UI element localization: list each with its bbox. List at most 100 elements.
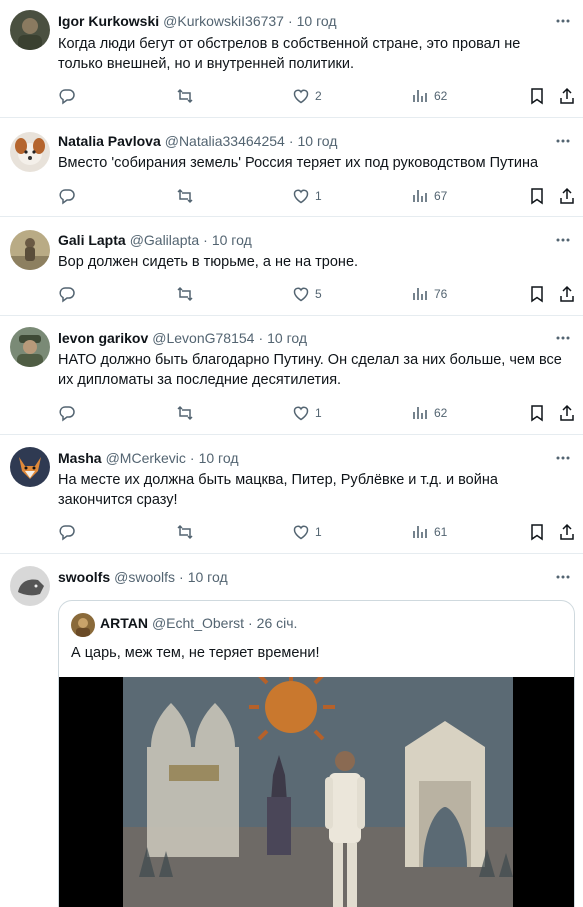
bookmark-button[interactable]: [528, 86, 546, 106]
views-button[interactable]: 62: [411, 403, 447, 423]
retweet-button[interactable]: [176, 186, 194, 206]
quote-author-handle[interactable]: @Echt_Oberst: [152, 615, 244, 631]
view-count: 62: [434, 406, 448, 420]
like-count: 2: [315, 89, 322, 103]
timestamp[interactable]: 10 год: [267, 330, 307, 346]
views-button[interactable]: 61: [411, 522, 447, 542]
quoted-tweet[interactable]: ARTAN @Echt_Oberst · 26 січ. А царь, меж…: [58, 600, 575, 907]
tweet-text: Когда люди бегут от обстрелов в собствен…: [58, 36, 521, 72]
more-icon[interactable]: [555, 450, 571, 466]
author-name[interactable]: swoolfs: [58, 569, 110, 585]
tweet[interactable]: levon garikov @LevonG78154 · 10 год НАТО…: [0, 316, 583, 435]
retweet-icon: [177, 286, 193, 302]
bookmark-button[interactable]: [528, 522, 546, 542]
share-button[interactable]: [558, 522, 576, 542]
tweet[interactable]: Natalia Pavlova @Natalia33464254 · 10 го…: [0, 118, 583, 217]
reply-button[interactable]: [58, 284, 76, 304]
like-icon: [293, 406, 309, 421]
author-name[interactable]: Gali Lapta: [58, 232, 126, 248]
author-handle[interactable]: @LevonG78154: [152, 330, 254, 346]
author-name[interactable]: Natalia Pavlova: [58, 133, 161, 149]
video-still[interactable]: [59, 677, 574, 907]
retweet-button[interactable]: [176, 403, 194, 423]
avatar[interactable]: [10, 230, 50, 270]
view-count: 76: [434, 287, 448, 301]
like-count: 5: [315, 287, 322, 301]
share-icon: [560, 523, 574, 540]
retweet-button[interactable]: [176, 284, 194, 304]
views-icon: [413, 90, 427, 102]
view-count: 61: [434, 525, 448, 539]
tweet[interactable]: Gali Lapta @Galilapta · 10 год Вор долже…: [0, 217, 583, 316]
views-icon: [413, 407, 427, 419]
more-icon[interactable]: [555, 569, 571, 585]
author-handle[interactable]: @MCerkevic: [106, 450, 186, 466]
tweet[interactable]: Masha @MCerkevic · 10 год На месте их до…: [0, 435, 583, 554]
bookmark-button[interactable]: [528, 186, 546, 206]
avatar[interactable]: [10, 447, 50, 487]
share-button[interactable]: [558, 86, 576, 106]
more-icon[interactable]: [555, 133, 571, 149]
like-icon: [293, 525, 309, 540]
more-icon[interactable]: [555, 232, 571, 248]
tweet-text: На месте их должна быть мацква, Питер, Р…: [58, 472, 498, 508]
reply-button[interactable]: [58, 403, 76, 423]
share-icon: [560, 87, 574, 104]
like-icon: [293, 287, 309, 302]
views-button[interactable]: 62: [411, 86, 447, 106]
like-button[interactable]: 5: [292, 284, 322, 304]
reply-feed: Igor Kurkowski @KurkowskiI36737 · 10 год…: [0, 0, 583, 907]
views-icon: [413, 288, 427, 300]
like-button[interactable]: 2: [292, 86, 322, 106]
reply-button[interactable]: [58, 522, 76, 542]
avatar[interactable]: [10, 132, 50, 172]
timestamp[interactable]: 10 год: [188, 569, 228, 585]
separator: ·: [287, 13, 293, 29]
bookmark-button[interactable]: [528, 284, 546, 304]
separator: ·: [189, 450, 195, 466]
more-icon[interactable]: [555, 13, 571, 29]
avatar[interactable]: [10, 566, 50, 606]
timestamp[interactable]: 10 год: [298, 133, 338, 149]
share-icon: [560, 285, 574, 302]
video-still-image: [59, 677, 574, 907]
author-name[interactable]: Masha: [58, 450, 102, 466]
share-button[interactable]: [558, 403, 576, 423]
bookmark-icon: [531, 188, 543, 205]
share-button[interactable]: [558, 186, 576, 206]
author-handle[interactable]: @swoolfs: [114, 569, 175, 585]
reply-icon: [59, 189, 75, 205]
quote-avatar[interactable]: [71, 613, 95, 637]
view-count: 62: [434, 89, 448, 103]
timestamp[interactable]: 10 год: [297, 13, 337, 29]
author-name[interactable]: Igor Kurkowski: [58, 13, 159, 29]
author-handle[interactable]: @KurkowskiI36737: [163, 13, 284, 29]
retweet-icon: [177, 88, 193, 104]
reply-button[interactable]: [58, 186, 76, 206]
avatar[interactable]: [10, 10, 50, 50]
author-name[interactable]: levon garikov: [58, 330, 148, 346]
timestamp[interactable]: 10 год: [199, 450, 239, 466]
separator: ·: [203, 232, 208, 248]
timestamp[interactable]: 10 год: [212, 232, 252, 248]
author-handle[interactable]: @Galilapta: [130, 232, 199, 248]
share-icon: [560, 187, 574, 204]
reply-button[interactable]: [58, 86, 76, 106]
author-handle[interactable]: @Natalia33464254: [165, 133, 285, 149]
views-button[interactable]: 67: [411, 186, 447, 206]
quote-timestamp[interactable]: 26 січ.: [257, 615, 298, 631]
action-bar: 1 67: [58, 186, 576, 206]
retweet-button[interactable]: [176, 522, 194, 542]
like-button[interactable]: 1: [292, 403, 322, 423]
like-button[interactable]: 1: [292, 186, 322, 206]
more-icon[interactable]: [555, 330, 571, 346]
retweet-button[interactable]: [176, 86, 194, 106]
quote-author-name[interactable]: ARTAN: [100, 615, 148, 631]
bookmark-button[interactable]: [528, 403, 546, 423]
like-button[interactable]: 1: [292, 522, 322, 542]
share-button[interactable]: [558, 284, 576, 304]
avatar[interactable]: [10, 327, 50, 367]
action-bar: 2 62: [58, 86, 576, 106]
views-button[interactable]: 76: [411, 284, 447, 304]
tweet[interactable]: Igor Kurkowski @KurkowskiI36737 · 10 год…: [0, 0, 583, 118]
